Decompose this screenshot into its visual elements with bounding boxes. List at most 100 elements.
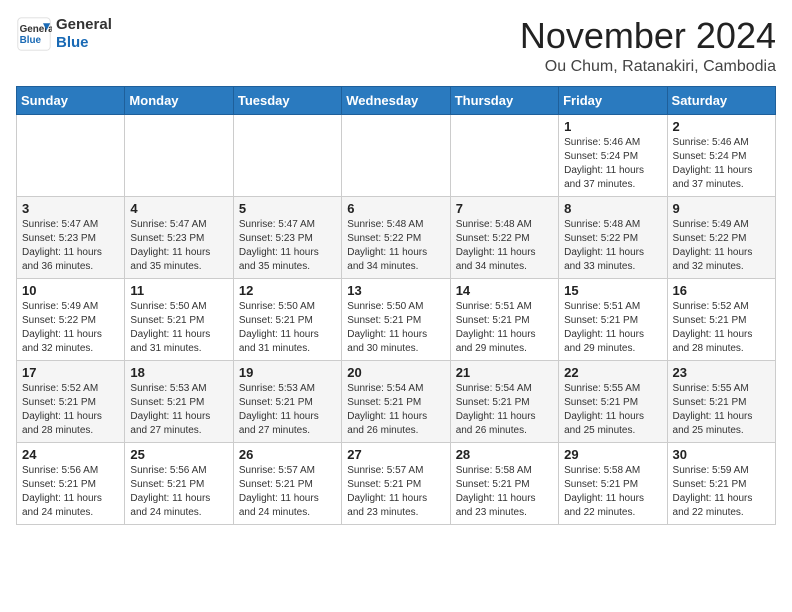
calendar-cell bbox=[450, 114, 558, 196]
calendar-cell: 20 Sunrise: 5:54 AM Sunset: 5:21 PM Dayli… bbox=[342, 360, 450, 442]
day-info: Sunrise: 5:54 AM Sunset: 5:21 PM Dayligh… bbox=[347, 382, 444, 438]
calendar-week-4: 17 Sunrise: 5:52 AM Sunset: 5:21 PM Dayli… bbox=[17, 360, 776, 442]
day-number: 6 bbox=[347, 201, 444, 216]
day-number: 28 bbox=[456, 447, 553, 462]
logo-text: General Blue bbox=[56, 16, 112, 52]
calendar-cell: 16Sunrise: 5:52 AM Sunset: 5:21 PM Dayli… bbox=[667, 278, 775, 360]
calendar-cell: 29 Sunrise: 5:58 AM Sunset: 5:21 PM Dayli… bbox=[559, 442, 667, 524]
day-number: 23 bbox=[673, 365, 770, 380]
day-info: Sunrise: 5:49 AM Sunset: 5:22 PM Dayligh… bbox=[22, 300, 119, 356]
calendar-cell: 10 Sunrise: 5:49 AM Sunset: 5:22 PM Dayli… bbox=[17, 278, 125, 360]
calendar-cell: 17 Sunrise: 5:52 AM Sunset: 5:21 PM Dayli… bbox=[17, 360, 125, 442]
calendar-cell: 28 Sunrise: 5:58 AM Sunset: 5:21 PM Dayli… bbox=[450, 442, 558, 524]
calendar-cell: 7Sunrise: 5:48 AM Sunset: 5:22 PM Daylig… bbox=[450, 196, 558, 278]
calendar-cell: 4 Sunrise: 5:47 AM Sunset: 5:23 PM Daylig… bbox=[125, 196, 233, 278]
weekday-header-saturday: Saturday bbox=[667, 86, 775, 114]
calendar-cell: 9Sunrise: 5:49 AM Sunset: 5:22 PM Daylig… bbox=[667, 196, 775, 278]
day-info: Sunrise: 5:52 AM Sunset: 5:21 PM Dayligh… bbox=[673, 300, 770, 356]
calendar-week-1: 1Sunrise: 5:46 AM Sunset: 5:24 PM Daylig… bbox=[17, 114, 776, 196]
day-info: Sunrise: 5:46 AM Sunset: 5:24 PM Dayligh… bbox=[564, 136, 661, 192]
day-info: Sunrise: 5:51 AM Sunset: 5:21 PM Dayligh… bbox=[564, 300, 661, 356]
day-number: 4 bbox=[130, 201, 227, 216]
calendar-cell: 26Sunrise: 5:57 AM Sunset: 5:21 PM Dayli… bbox=[233, 442, 341, 524]
location: Ou Chum, Ratanakiri, Cambodia bbox=[520, 58, 776, 76]
day-number: 13 bbox=[347, 283, 444, 298]
day-info: Sunrise: 5:48 AM Sunset: 5:22 PM Dayligh… bbox=[456, 218, 553, 274]
calendar-cell: 11 Sunrise: 5:50 AM Sunset: 5:21 PM Dayli… bbox=[125, 278, 233, 360]
calendar-cell bbox=[125, 114, 233, 196]
day-info: Sunrise: 5:55 AM Sunset: 5:21 PM Dayligh… bbox=[564, 382, 661, 438]
weekday-header-monday: Monday bbox=[125, 86, 233, 114]
calendar-cell: 6 Sunrise: 5:48 AM Sunset: 5:22 PM Daylig… bbox=[342, 196, 450, 278]
day-info: Sunrise: 5:56 AM Sunset: 5:21 PM Dayligh… bbox=[130, 464, 227, 520]
day-number: 21 bbox=[456, 365, 553, 380]
day-number: 27 bbox=[347, 447, 444, 462]
logo: General Blue General Blue bbox=[16, 16, 112, 52]
calendar-cell bbox=[342, 114, 450, 196]
day-number: 30 bbox=[673, 447, 770, 462]
day-number: 12 bbox=[239, 283, 336, 298]
day-number: 5 bbox=[239, 201, 336, 216]
calendar-cell: 22 Sunrise: 5:55 AM Sunset: 5:21 PM Dayli… bbox=[559, 360, 667, 442]
day-number: 20 bbox=[347, 365, 444, 380]
day-info: Sunrise: 5:54 AM Sunset: 5:21 PM Dayligh… bbox=[456, 382, 553, 438]
day-number: 2 bbox=[673, 119, 770, 134]
day-info: Sunrise: 5:50 AM Sunset: 5:21 PM Dayligh… bbox=[130, 300, 227, 356]
calendar-cell: 5 Sunrise: 5:47 AM Sunset: 5:23 PM Daylig… bbox=[233, 196, 341, 278]
day-number: 19 bbox=[239, 365, 336, 380]
calendar-cell: 12 Sunrise: 5:50 AM Sunset: 5:21 PM Dayli… bbox=[233, 278, 341, 360]
calendar-cell: 18Sunrise: 5:53 AM Sunset: 5:21 PM Dayli… bbox=[125, 360, 233, 442]
calendar-cell bbox=[17, 114, 125, 196]
day-info: Sunrise: 5:47 AM Sunset: 5:23 PM Dayligh… bbox=[22, 218, 119, 274]
day-info: Sunrise: 5:46 AM Sunset: 5:24 PM Dayligh… bbox=[673, 136, 770, 192]
day-info: Sunrise: 5:58 AM Sunset: 5:21 PM Dayligh… bbox=[564, 464, 661, 520]
day-info: Sunrise: 5:50 AM Sunset: 5:21 PM Dayligh… bbox=[347, 300, 444, 356]
day-info: Sunrise: 5:49 AM Sunset: 5:22 PM Dayligh… bbox=[673, 218, 770, 274]
day-number: 25 bbox=[130, 447, 227, 462]
weekday-header-sunday: Sunday bbox=[17, 86, 125, 114]
day-number: 24 bbox=[22, 447, 119, 462]
calendar-table: SundayMondayTuesdayWednesdayThursdayFrid… bbox=[16, 86, 776, 525]
day-info: Sunrise: 5:56 AM Sunset: 5:21 PM Dayligh… bbox=[22, 464, 119, 520]
day-info: Sunrise: 5:47 AM Sunset: 5:23 PM Dayligh… bbox=[239, 218, 336, 274]
day-number: 3 bbox=[22, 201, 119, 216]
day-number: 14 bbox=[456, 283, 553, 298]
day-info: Sunrise: 5:55 AM Sunset: 5:21 PM Dayligh… bbox=[673, 382, 770, 438]
day-number: 17 bbox=[22, 365, 119, 380]
calendar-cell: 13 Sunrise: 5:50 AM Sunset: 5:21 PM Dayli… bbox=[342, 278, 450, 360]
svg-text:Blue: Blue bbox=[20, 35, 42, 46]
weekday-header-friday: Friday bbox=[559, 86, 667, 114]
calendar-week-5: 24 Sunrise: 5:56 AM Sunset: 5:21 PM Dayli… bbox=[17, 442, 776, 524]
day-info: Sunrise: 5:50 AM Sunset: 5:21 PM Dayligh… bbox=[239, 300, 336, 356]
day-number: 29 bbox=[564, 447, 661, 462]
calendar-cell: 14Sunrise: 5:51 AM Sunset: 5:21 PM Dayli… bbox=[450, 278, 558, 360]
day-info: Sunrise: 5:58 AM Sunset: 5:21 PM Dayligh… bbox=[456, 464, 553, 520]
day-number: 10 bbox=[22, 283, 119, 298]
day-info: Sunrise: 5:48 AM Sunset: 5:22 PM Dayligh… bbox=[347, 218, 444, 274]
day-info: Sunrise: 5:48 AM Sunset: 5:22 PM Dayligh… bbox=[564, 218, 661, 274]
day-info: Sunrise: 5:47 AM Sunset: 5:23 PM Dayligh… bbox=[130, 218, 227, 274]
day-number: 22 bbox=[564, 365, 661, 380]
calendar-cell: 2 Sunrise: 5:46 AM Sunset: 5:24 PM Daylig… bbox=[667, 114, 775, 196]
calendar-cell: 8Sunrise: 5:48 AM Sunset: 5:22 PM Daylig… bbox=[559, 196, 667, 278]
calendar-cell: 3 Sunrise: 5:47 AM Sunset: 5:23 PM Daylig… bbox=[17, 196, 125, 278]
calendar-week-3: 10 Sunrise: 5:49 AM Sunset: 5:22 PM Dayli… bbox=[17, 278, 776, 360]
calendar-cell: 23 Sunrise: 5:55 AM Sunset: 5:21 PM Dayli… bbox=[667, 360, 775, 442]
calendar-week-2: 3 Sunrise: 5:47 AM Sunset: 5:23 PM Daylig… bbox=[17, 196, 776, 278]
day-number: 15 bbox=[564, 283, 661, 298]
calendar-cell: 15 Sunrise: 5:51 AM Sunset: 5:21 PM Dayli… bbox=[559, 278, 667, 360]
weekday-header-row: SundayMondayTuesdayWednesdayThursdayFrid… bbox=[17, 86, 776, 114]
day-number: 11 bbox=[130, 283, 227, 298]
weekday-header-tuesday: Tuesday bbox=[233, 86, 341, 114]
page-header: General Blue General Blue November 2024 … bbox=[16, 16, 776, 76]
calendar-cell: 27Sunrise: 5:57 AM Sunset: 5:21 PM Dayli… bbox=[342, 442, 450, 524]
title-section: November 2024 Ou Chum, Ratanakiri, Cambo… bbox=[520, 16, 776, 76]
calendar-cell: 21 Sunrise: 5:54 AM Sunset: 5:21 PM Dayli… bbox=[450, 360, 558, 442]
day-info: Sunrise: 5:53 AM Sunset: 5:21 PM Dayligh… bbox=[239, 382, 336, 438]
calendar-cell bbox=[233, 114, 341, 196]
weekday-header-thursday: Thursday bbox=[450, 86, 558, 114]
day-number: 26 bbox=[239, 447, 336, 462]
day-info: Sunrise: 5:52 AM Sunset: 5:21 PM Dayligh… bbox=[22, 382, 119, 438]
day-number: 18 bbox=[130, 365, 227, 380]
logo-blue: Blue bbox=[56, 34, 112, 52]
